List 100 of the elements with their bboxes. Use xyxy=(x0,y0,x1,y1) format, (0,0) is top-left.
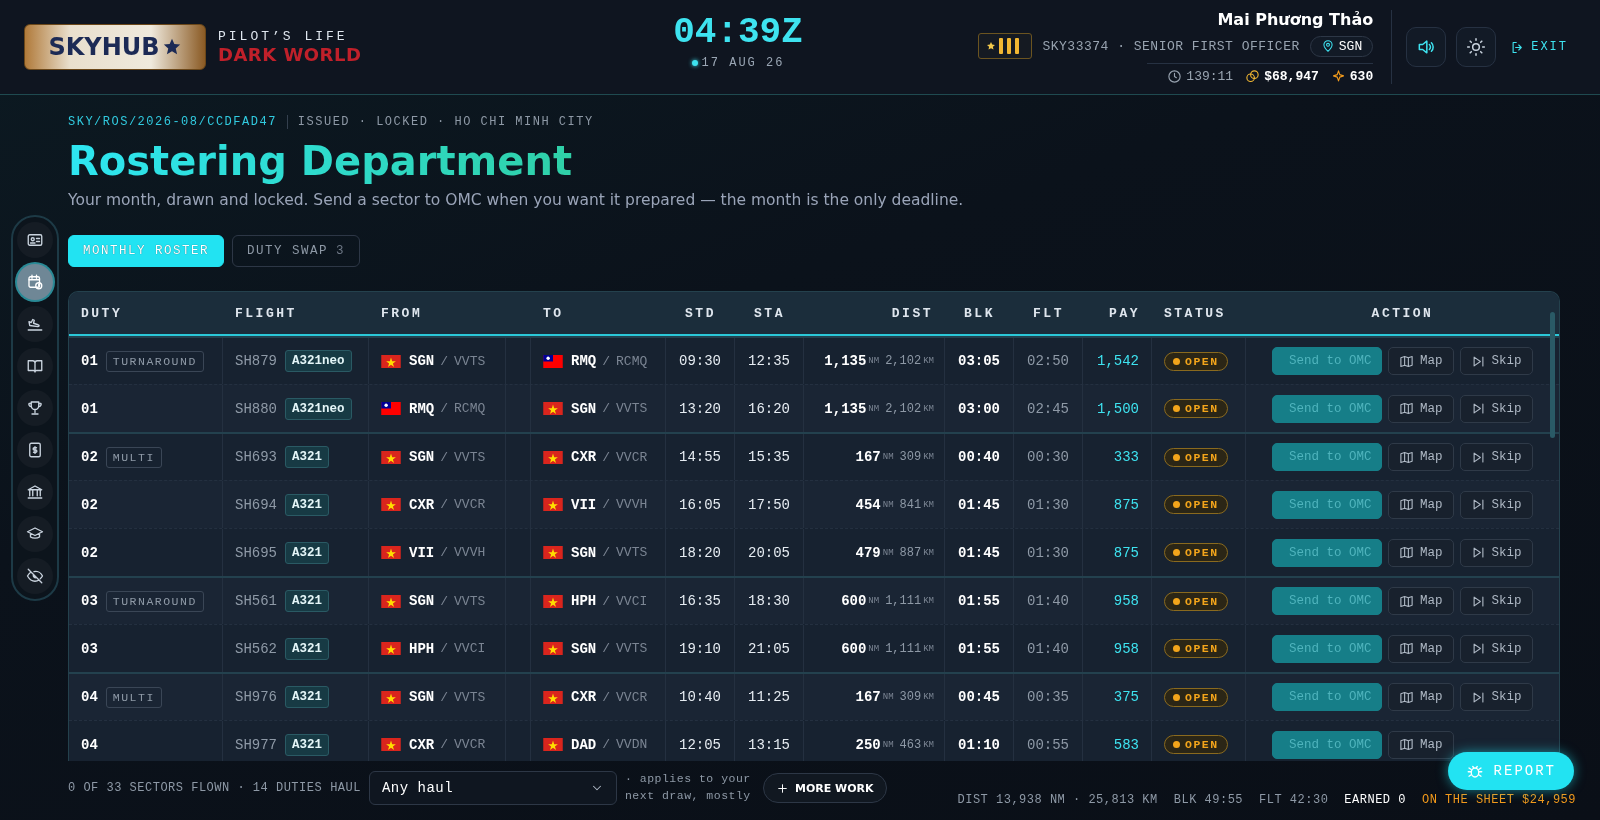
flag-icon xyxy=(543,642,563,655)
plus-icon xyxy=(775,781,789,795)
icao-code: RCMQ xyxy=(616,353,648,369)
separator: / xyxy=(440,545,449,560)
map-icon xyxy=(1399,497,1414,512)
clock-icon xyxy=(1167,69,1183,84)
status-dot xyxy=(1173,549,1180,556)
total-figure: BLK 49:55 xyxy=(1173,793,1244,807)
map-button[interactable]: Map xyxy=(1388,443,1454,471)
aircraft-tag: A321neo xyxy=(285,350,352,372)
airport-code: CXR xyxy=(409,496,435,513)
aircraft-tag: A321 xyxy=(285,733,330,756)
table-cell: 17:50 xyxy=(735,481,804,528)
haul-note: · applies to your next draw, mostly xyxy=(624,771,752,804)
map-button[interactable]: Map xyxy=(1388,587,1454,615)
sidebar-item[interactable] xyxy=(17,348,53,384)
id-card-icon xyxy=(26,231,44,249)
map-button[interactable]: Map xyxy=(1388,490,1454,519)
roster-meta: ISSUED · LOCKED · HO CHI MINH CITY xyxy=(286,115,594,129)
unit-label: KM xyxy=(923,692,934,702)
airport-code: VII xyxy=(409,544,435,561)
column-header: FLIGHT xyxy=(234,305,298,321)
skip-button[interactable]: Skip xyxy=(1459,634,1533,663)
sidebar-item[interactable] xyxy=(17,264,53,300)
sidebar-item[interactable] xyxy=(17,222,53,258)
map-button[interactable]: Map xyxy=(1388,347,1454,375)
exit-link[interactable]: EXIT xyxy=(1510,39,1568,55)
airport-code: SGN xyxy=(571,400,597,417)
distance-nm: 600 xyxy=(841,640,867,657)
skip-button[interactable]: Skip xyxy=(1459,443,1533,471)
separator: / xyxy=(440,689,449,705)
status-dot xyxy=(1173,501,1180,508)
duty-number: 04 xyxy=(81,689,98,705)
skip-button[interactable]: Skip xyxy=(1459,683,1533,711)
live-dot xyxy=(691,59,698,66)
map-button[interactable]: Map xyxy=(1388,683,1454,711)
status-badge: OPEN xyxy=(1164,543,1228,562)
airport-code: SGN xyxy=(571,544,597,561)
unit-label: KM xyxy=(923,547,934,558)
flag-icon xyxy=(381,690,401,704)
flight-number: SH694 xyxy=(235,496,277,513)
skip-button[interactable]: Skip xyxy=(1459,347,1533,375)
column-header: STD xyxy=(684,305,717,321)
airport-code: RMQ xyxy=(571,353,597,369)
haul-select[interactable]: Any haul xyxy=(368,771,617,805)
sidebar-item[interactable] xyxy=(17,516,53,552)
status-dot xyxy=(1173,405,1180,412)
duty-number: 02 xyxy=(81,496,98,513)
airport-code: SGN xyxy=(409,689,435,705)
aircraft-tag: A321neo xyxy=(285,397,352,420)
duty-number: 01 xyxy=(81,353,98,369)
distance-km: 841 xyxy=(899,497,922,512)
icao-code: VVTS xyxy=(454,689,486,705)
distance-km: 309 xyxy=(899,450,922,464)
table-cell: 01:55 xyxy=(945,578,1014,624)
skip-button[interactable]: Skip xyxy=(1459,490,1533,519)
map-button[interactable]: Map xyxy=(1388,634,1454,663)
icao-code: RCMQ xyxy=(454,401,486,416)
sidebar-item[interactable] xyxy=(17,558,53,594)
sound-button[interactable] xyxy=(1406,27,1447,67)
table-cell: 16:05 xyxy=(666,481,735,528)
points: 630 xyxy=(1349,69,1374,84)
total-figure: DIST 13,938 NM · 25,813 KM xyxy=(957,793,1158,807)
unit-label: KM xyxy=(923,739,934,750)
table-cell: 12:05 xyxy=(666,721,735,761)
table-cell: 03:00 xyxy=(945,385,1014,432)
table-cell: 18:30 xyxy=(735,578,804,624)
table-cell: 11:25 xyxy=(735,674,804,720)
icao-code: VVVH xyxy=(454,545,486,560)
theme-button[interactable] xyxy=(1456,27,1497,67)
map-button[interactable]: Map xyxy=(1388,394,1454,423)
map-button[interactable]: Map xyxy=(1388,538,1454,567)
unit-label: KM xyxy=(923,499,934,510)
icao-code: VVCI xyxy=(454,641,486,656)
column-header: DIST xyxy=(890,305,934,321)
tab[interactable]: DUTY SWAP 3 xyxy=(232,235,361,267)
table-cell: 375 xyxy=(1083,674,1152,720)
map-icon xyxy=(1399,545,1414,560)
status-badge: OPEN xyxy=(1164,687,1228,707)
status-dot xyxy=(1173,693,1180,701)
skip-button[interactable]: Skip xyxy=(1459,538,1533,567)
sidebar-item[interactable] xyxy=(17,474,53,510)
sidebar-item[interactable] xyxy=(17,390,53,426)
map-button[interactable]: Map xyxy=(1388,730,1454,759)
skip-button[interactable]: Skip xyxy=(1459,394,1533,423)
zulu-clock: 04:39Z xyxy=(673,14,803,52)
separator: / xyxy=(440,641,449,656)
skip-button[interactable]: Skip xyxy=(1459,587,1533,615)
unit-label: KM xyxy=(923,643,934,654)
aircraft-tag: A321 xyxy=(285,446,330,468)
aircraft-tag: A321 xyxy=(285,493,330,516)
map-icon xyxy=(1399,593,1414,609)
sidebar-item[interactable] xyxy=(17,306,53,342)
status-badge: OPEN xyxy=(1164,735,1228,754)
sidebar-item[interactable] xyxy=(17,432,53,468)
distance-km: 1,111 xyxy=(885,641,922,656)
table-cell: 1,500 xyxy=(1083,385,1152,432)
more-work-button[interactable]: MORE WORK xyxy=(762,773,887,803)
column-header: DUTY xyxy=(80,305,124,321)
icao-code: VVDN xyxy=(616,737,648,752)
